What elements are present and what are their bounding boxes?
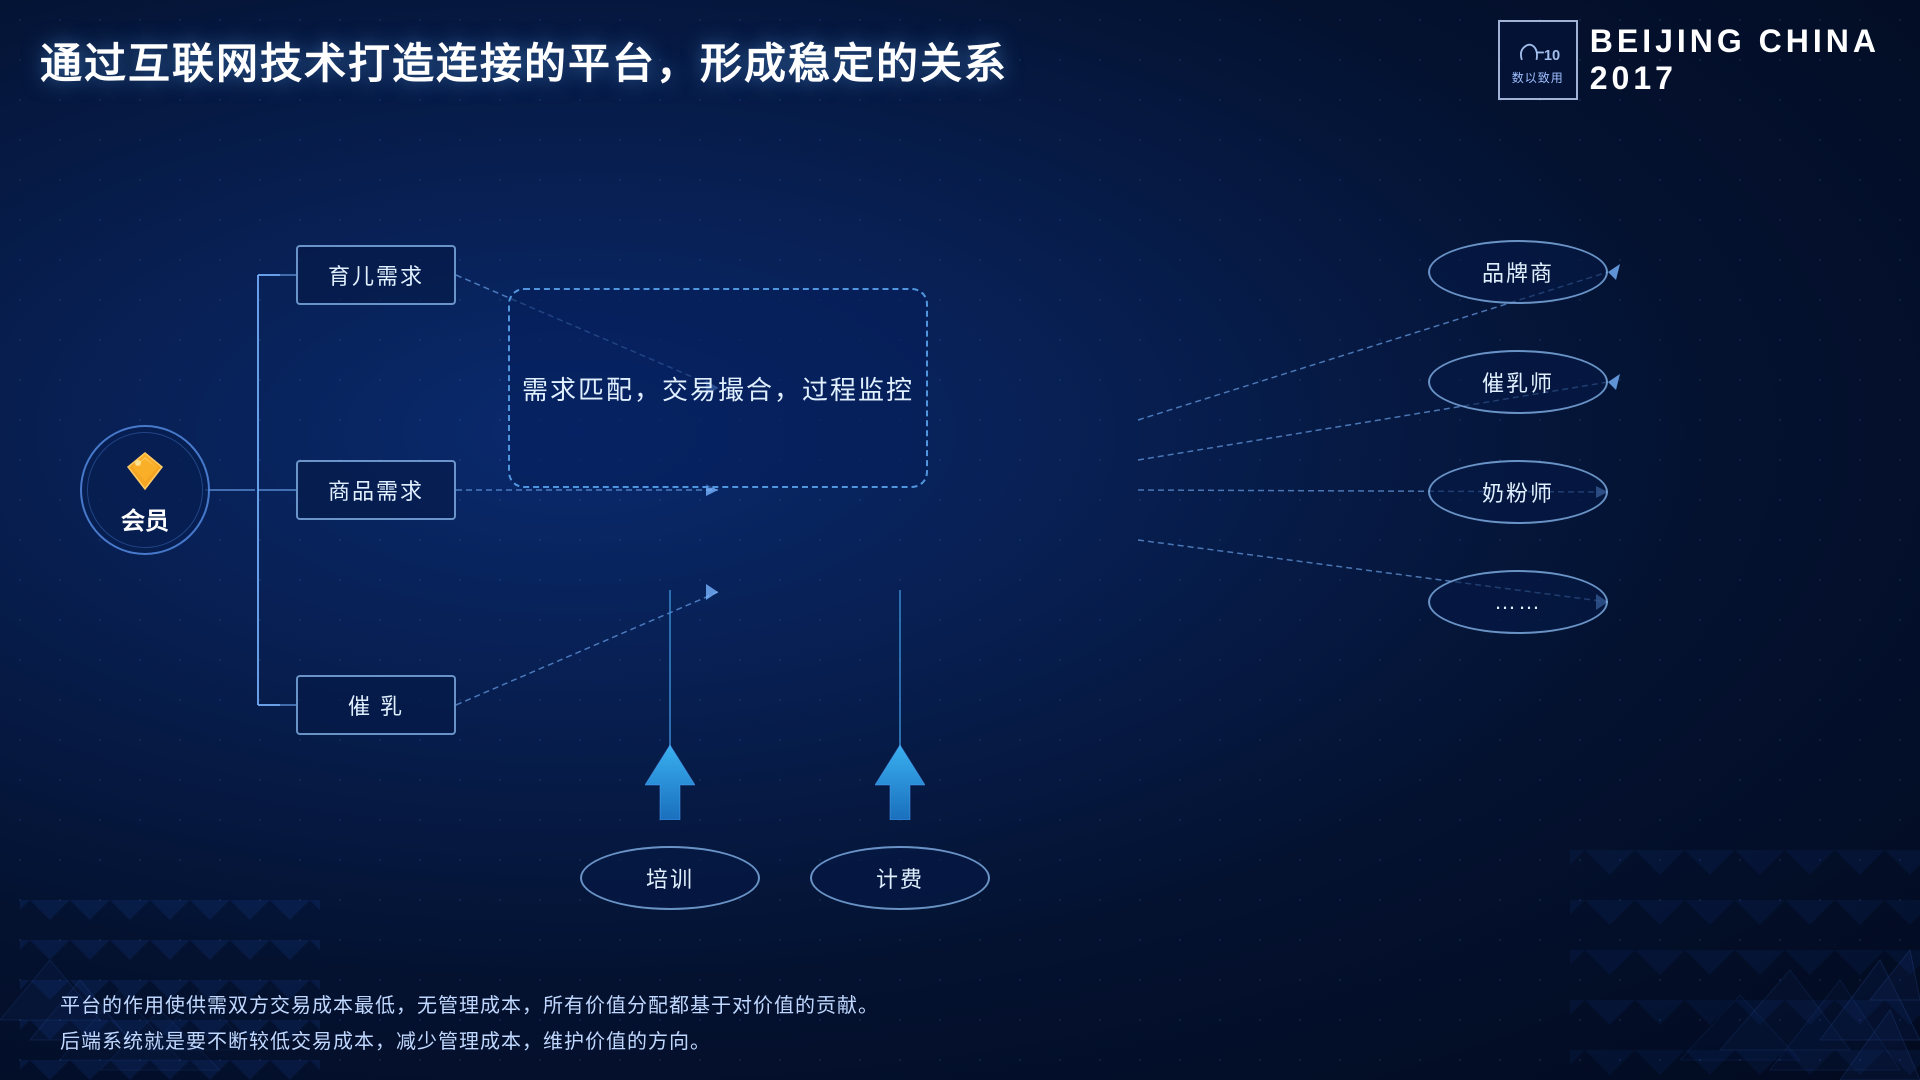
right-oval-2: 催乳师 xyxy=(1428,350,1608,414)
need-box-cuiru: 催 乳 xyxy=(296,675,456,735)
need-box-1: 育儿需求 xyxy=(296,245,456,305)
right-oval-4: …… xyxy=(1428,570,1608,634)
bottom-oval-train: 培训 xyxy=(580,846,760,910)
need-box-3: 催 乳 xyxy=(296,675,456,735)
logo-icon: 10 xyxy=(1516,35,1560,67)
diagram: 会员 xyxy=(0,120,1920,860)
logo-box: 10 数以致用 xyxy=(1498,20,1578,100)
diamond-icon xyxy=(120,445,170,495)
logo-subtitle: 数以致用 xyxy=(1512,69,1564,86)
right-oval-1: 品牌商 xyxy=(1428,240,1608,304)
oval-cuiru-shi: 催乳师 xyxy=(1428,350,1608,414)
oval-pinpai: 品牌商 xyxy=(1428,240,1608,304)
logo-year: 2017 xyxy=(1590,60,1880,97)
svg-text:10: 10 xyxy=(1544,47,1560,63)
member-node: 会员 xyxy=(80,425,210,555)
oval-naifen-shi: 奶粉师 xyxy=(1428,460,1608,524)
logo-text: BEIJING CHINA 2017 xyxy=(1590,23,1880,97)
footer: 平台的作用使供需双方交易成本最低，无管理成本，所有价值分配都基于对价值的贡献。 … xyxy=(60,988,1860,1060)
oval-jifei: 计费 xyxy=(810,846,990,910)
right-oval-3: 奶粉师 xyxy=(1428,460,1608,524)
oval-peixun: 培训 xyxy=(580,846,760,910)
member-circle: 会员 xyxy=(80,425,210,555)
need-box-yuner: 育儿需求 xyxy=(296,245,456,305)
page-title: 通过互联网技术打造连接的平台，形成稳定的关系 xyxy=(40,30,1008,91)
footer-line-1: 平台的作用使供需双方交易成本最低，无管理成本，所有价值分配都基于对价值的贡献。 xyxy=(60,988,1860,1024)
bottom-oval-fee: 计费 xyxy=(810,846,990,910)
logo-city: BEIJING CHINA xyxy=(1590,23,1880,60)
header: 通过互联网技术打造连接的平台，形成稳定的关系 10 数以致用 BEIJING C… xyxy=(0,0,1920,110)
arrow-up-right xyxy=(875,745,925,825)
logo-area: 10 数以致用 BEIJING CHINA 2017 xyxy=(1498,20,1880,100)
need-box-2: 商品需求 xyxy=(296,460,456,520)
need-box-shangpin: 商品需求 xyxy=(296,460,456,520)
member-label: 会员 xyxy=(121,501,169,536)
center-platform-box: 需求匹配，交易撮合，过程监控 xyxy=(508,288,928,488)
arrow-up-left xyxy=(645,745,695,825)
footer-line-2: 后端系统就是要不断较低交易成本，减少管理成本，维护价值的方向。 xyxy=(60,1024,1860,1060)
oval-more: …… xyxy=(1428,570,1608,634)
